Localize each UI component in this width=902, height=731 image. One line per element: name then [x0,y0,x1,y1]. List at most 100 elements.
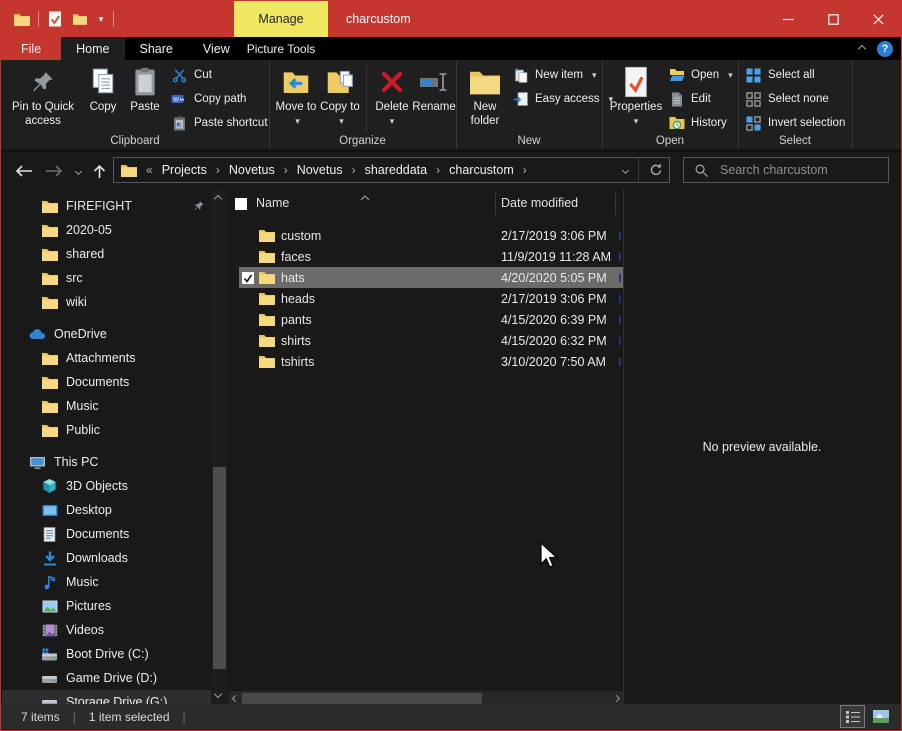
breadcrumb-item[interactable]: charcustom [449,163,514,177]
new-folder-button[interactable]: New folder [462,63,508,128]
edit-button[interactable]: Edit [668,87,733,111]
copy-path-button[interactable]: W Copy path [171,87,268,111]
crumb-separator-icon[interactable]: › [523,163,527,177]
folder-icon[interactable] [71,10,89,28]
sidebar-item-boot-drive-c[interactable]: Boot Drive (C:) [2,642,211,666]
tab-file[interactable]: File [1,37,61,60]
copy-button[interactable]: Copy [83,63,123,115]
sidebar-item-shared[interactable]: shared [2,242,211,266]
sidebar-item-music[interactable]: Music [2,570,211,594]
delete-button[interactable]: Delete ▾ [370,63,414,126]
sidebar-item-firefight[interactable]: FIREFIGHT [2,194,211,218]
search-box[interactable] [683,157,889,183]
move-to-button[interactable]: Move to ▾ [275,63,317,128]
sidebar-item-public[interactable]: Public [2,418,211,442]
sidebar-item-3d-objects[interactable]: 3D Objects [2,474,211,498]
paste-button[interactable]: Paste [123,63,167,115]
sidebar-item-documents[interactable]: Documents [2,522,211,546]
forward-button[interactable] [41,152,67,190]
invert-selection-button[interactable]: Invert selection [745,111,845,135]
address-bar[interactable]: « Projects › Novetus › Novetus › shareddata › ch… [113,157,670,183]
file-row-faces[interactable]: faces11/9/2019 11:28 AM [229,246,623,267]
file-row-tshirts[interactable]: tshirts3/10/2020 7:50 AM [229,351,623,372]
sidebar-item-onedrive[interactable]: OneDrive [2,322,211,346]
tab-picture-tools[interactable]: Picture Tools [234,37,328,60]
minimize-button[interactable] [766,1,811,37]
select-all-button[interactable]: Select all [745,63,845,87]
sidebar-item-game-drive-d[interactable]: Game Drive (D:) [2,666,211,690]
back-button[interactable] [11,152,37,190]
scroll-up-icon[interactable] [214,195,222,203]
rename-button[interactable]: Rename [412,63,456,115]
help-button[interactable]: ? [877,41,893,57]
properties-icon[interactable] [46,10,64,28]
crumb-separator-icon[interactable]: › [284,163,288,177]
folder-icon[interactable] [13,10,31,28]
recent-locations-button[interactable] [69,152,87,190]
column-divider[interactable] [615,193,616,215]
history-button[interactable]: History [668,111,733,135]
tab-home[interactable]: Home [61,37,124,60]
crumb-separator-icon[interactable]: › [436,163,440,177]
sidebar-item-storage-drive-g[interactable]: Storage Drive (G:) [2,690,211,704]
address-dropdown-icon[interactable] [622,166,629,173]
select-all-checkbox[interactable] [235,198,247,210]
tab-share[interactable]: Share [125,37,188,60]
up-button[interactable] [87,152,111,190]
sidebar-item-wiki[interactable]: wiki [2,290,211,314]
breadcrumb-item[interactable]: Novetus [297,163,343,177]
scroll-down-icon[interactable] [214,690,222,698]
select-none-icon [745,92,762,107]
close-button[interactable] [856,1,901,37]
crumb-overflow[interactable]: « [146,163,153,177]
maximize-button[interactable] [811,1,856,37]
sidebar-item-desktop[interactable]: Desktop [2,498,211,522]
sidebar-item-documents[interactable]: Documents [2,370,211,394]
file-row-hats[interactable]: hats4/20/2020 5:05 PM [229,267,623,288]
details-view-button[interactable] [841,706,864,727]
sidebar-item-this-pc[interactable]: This PC [2,450,211,474]
pin-to-quick-access-button[interactable]: Pin to Quick access [7,63,79,128]
row-checkbox[interactable] [242,272,254,284]
sidebar-item-pictures[interactable]: Pictures [2,594,211,618]
collapse-ribbon-icon[interactable] [858,44,866,52]
thumbnail-view-button[interactable] [869,706,892,727]
select-none-button[interactable]: Select none [745,87,845,111]
sidebar-item-src[interactable]: src [2,266,211,290]
copy-to-button[interactable]: Copy to ▾ [319,63,361,128]
file-row-heads[interactable]: heads2/17/2019 3:06 PM [229,288,623,309]
sidebar-item-videos[interactable]: Videos [2,618,211,642]
paste-shortcut-button[interactable]: Paste shortcut [171,111,268,135]
refresh-icon[interactable] [649,163,663,177]
sidebar-scrollbar[interactable] [211,189,228,704]
easy-access-button[interactable]: Easy access ▾ [512,87,613,111]
scrollbar-thumb[interactable] [242,693,482,704]
crumb-separator-icon[interactable]: › [216,163,220,177]
sidebar-item-2020-05[interactable]: 2020-05 [2,218,211,242]
easy-access-icon [512,91,529,107]
properties-button[interactable]: Properties ▾ [606,63,666,126]
scroll-left-icon[interactable] [232,695,239,702]
history-icon [668,116,685,130]
crumb-separator-icon[interactable]: › [352,163,356,177]
new-item-button[interactable]: New item ▾ [512,63,613,87]
file-row-pants[interactable]: pants4/15/2020 6:39 PM [229,309,623,330]
sidebar-item-attachments[interactable]: Attachments [2,346,211,370]
column-header-date-modified[interactable]: Date modified [501,196,578,210]
column-divider[interactable] [495,193,496,215]
search-input[interactable] [718,162,872,178]
breadcrumb-item[interactable]: Projects [162,163,207,177]
open-button[interactable]: Open ▾ [668,63,733,87]
file-row-custom[interactable]: custom2/17/2019 3:06 PM [229,225,623,246]
file-row-shirts[interactable]: shirts4/15/2020 6:32 PM [229,330,623,351]
scrollbar-thumb[interactable] [213,467,226,669]
cut-button[interactable]: Cut [171,63,268,87]
tab-manage[interactable]: Manage [234,1,328,37]
breadcrumb-item[interactable]: shareddata [365,163,428,177]
sidebar-item-music[interactable]: Music [2,394,211,418]
column-header-name[interactable]: Name [256,196,289,210]
breadcrumb-item[interactable]: Novetus [229,163,275,177]
customize-toolbar-caret-icon[interactable]: ▾ [96,10,106,28]
scroll-right-icon[interactable] [613,695,620,702]
sidebar-item-downloads[interactable]: Downloads [2,546,211,570]
